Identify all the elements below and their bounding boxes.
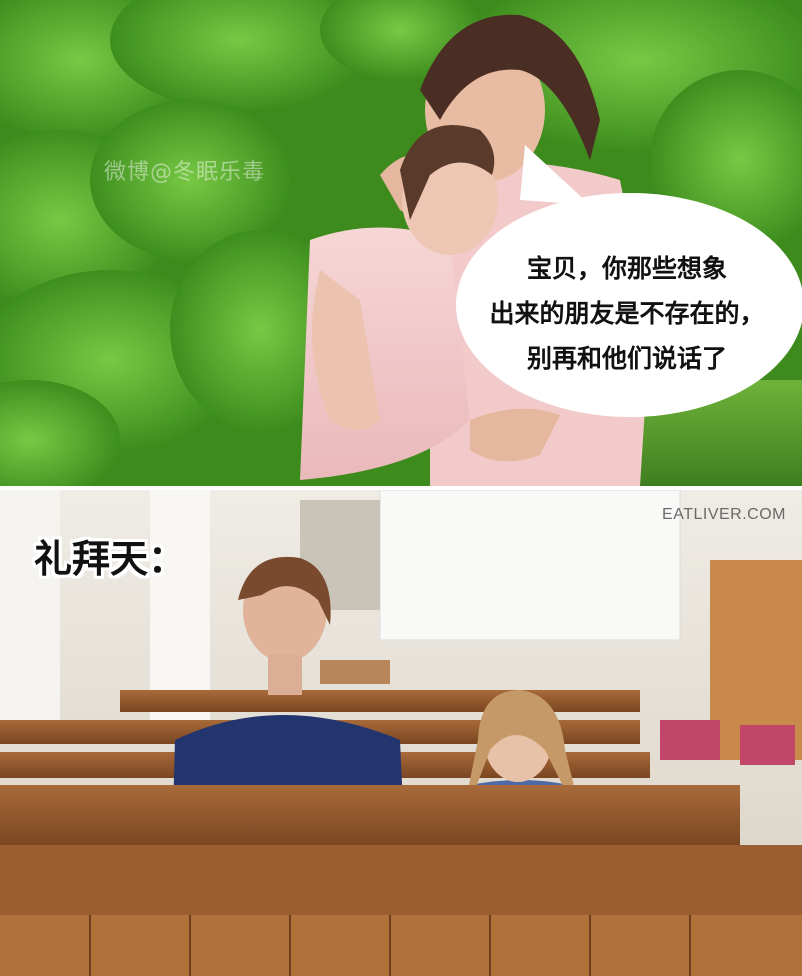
bottom-photo-panel: 礼拜天： EATLIVER.COM bbox=[0, 490, 802, 976]
front-pew-panel bbox=[0, 915, 802, 976]
speech-line-3: 别再和他们说话了 bbox=[526, 344, 727, 373]
top-photo-scene bbox=[0, 0, 802, 486]
front-pew-top bbox=[0, 845, 802, 915]
sunday-caption: 礼拜天： bbox=[34, 537, 187, 581]
pink-chair bbox=[660, 720, 720, 760]
back-pew-1 bbox=[120, 690, 640, 712]
top-photo-panel: 微博@冬眠乐毒 宝贝，你那些想象 出来的朋友是不存在的， 别再和他们说话了 bbox=[0, 0, 802, 486]
book-shelf bbox=[320, 660, 390, 684]
speech-line-1: 宝贝，你那些想象 bbox=[526, 254, 727, 283]
pink-chair-2 bbox=[740, 725, 795, 765]
speech-bubble-text: 宝贝，你那些想象 出来的朋友是不存在的， 别再和他们说话了 bbox=[462, 246, 792, 381]
middle-pew bbox=[0, 785, 740, 847]
weibo-watermark: 微博@冬眠乐毒 bbox=[104, 160, 266, 185]
speech-line-2: 出来的朋友是不存在的， bbox=[489, 299, 765, 328]
eatliver-watermark: EATLIVER.COM bbox=[662, 506, 786, 523]
church-window bbox=[379, 490, 681, 641]
